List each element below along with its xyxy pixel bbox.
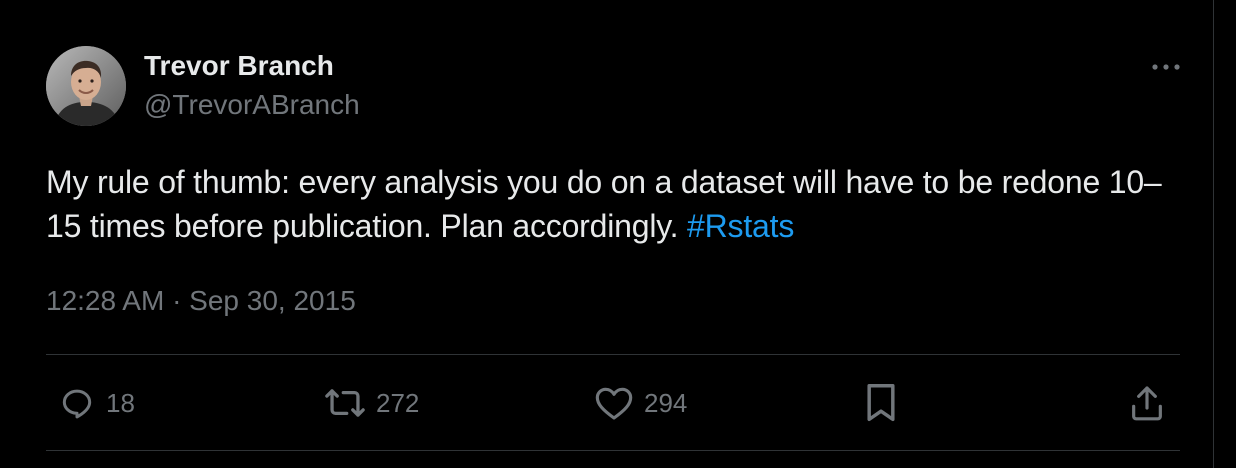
retweet-icon — [325, 389, 365, 417]
more-button[interactable] — [1146, 52, 1186, 82]
retweet-button[interactable]: 272 — [324, 378, 419, 428]
hashtag-link[interactable]: #Rstats — [687, 208, 794, 244]
bookmark-button[interactable] — [864, 378, 898, 428]
share-icon — [1132, 386, 1162, 421]
panel-border — [1213, 0, 1214, 468]
bookmark-icon — [867, 384, 895, 422]
reply-count: 18 — [106, 388, 135, 418]
tweet-timestamp[interactable]: 12:28 AM · Sep 30, 2015 — [46, 284, 356, 318]
reply-icon — [62, 389, 92, 419]
divider-bottom — [46, 450, 1180, 451]
avatar[interactable] — [46, 46, 126, 126]
more-icon — [1152, 64, 1180, 70]
divider-top — [46, 354, 1180, 355]
tweet-text: My rule of thumb: every analysis you do … — [46, 160, 1186, 248]
author-names: Trevor Branch @TrevorABranch — [144, 50, 360, 122]
retweet-count: 272 — [376, 388, 420, 418]
like-icon — [595, 387, 633, 420]
tweet-body-text: My rule of thumb: every analysis you do … — [46, 164, 1162, 244]
like-count: 294 — [644, 388, 688, 418]
author-handle[interactable]: @TrevorABranch — [144, 88, 360, 122]
share-button[interactable] — [1128, 378, 1166, 428]
like-button[interactable]: 294 — [594, 378, 687, 428]
action-bar: 18 272 294 — [46, 378, 1180, 428]
tweet-header: Trevor Branch @TrevorABranch — [46, 46, 1186, 128]
reply-button[interactable]: 18 — [58, 378, 135, 428]
author-display-name[interactable]: Trevor Branch — [144, 50, 360, 82]
